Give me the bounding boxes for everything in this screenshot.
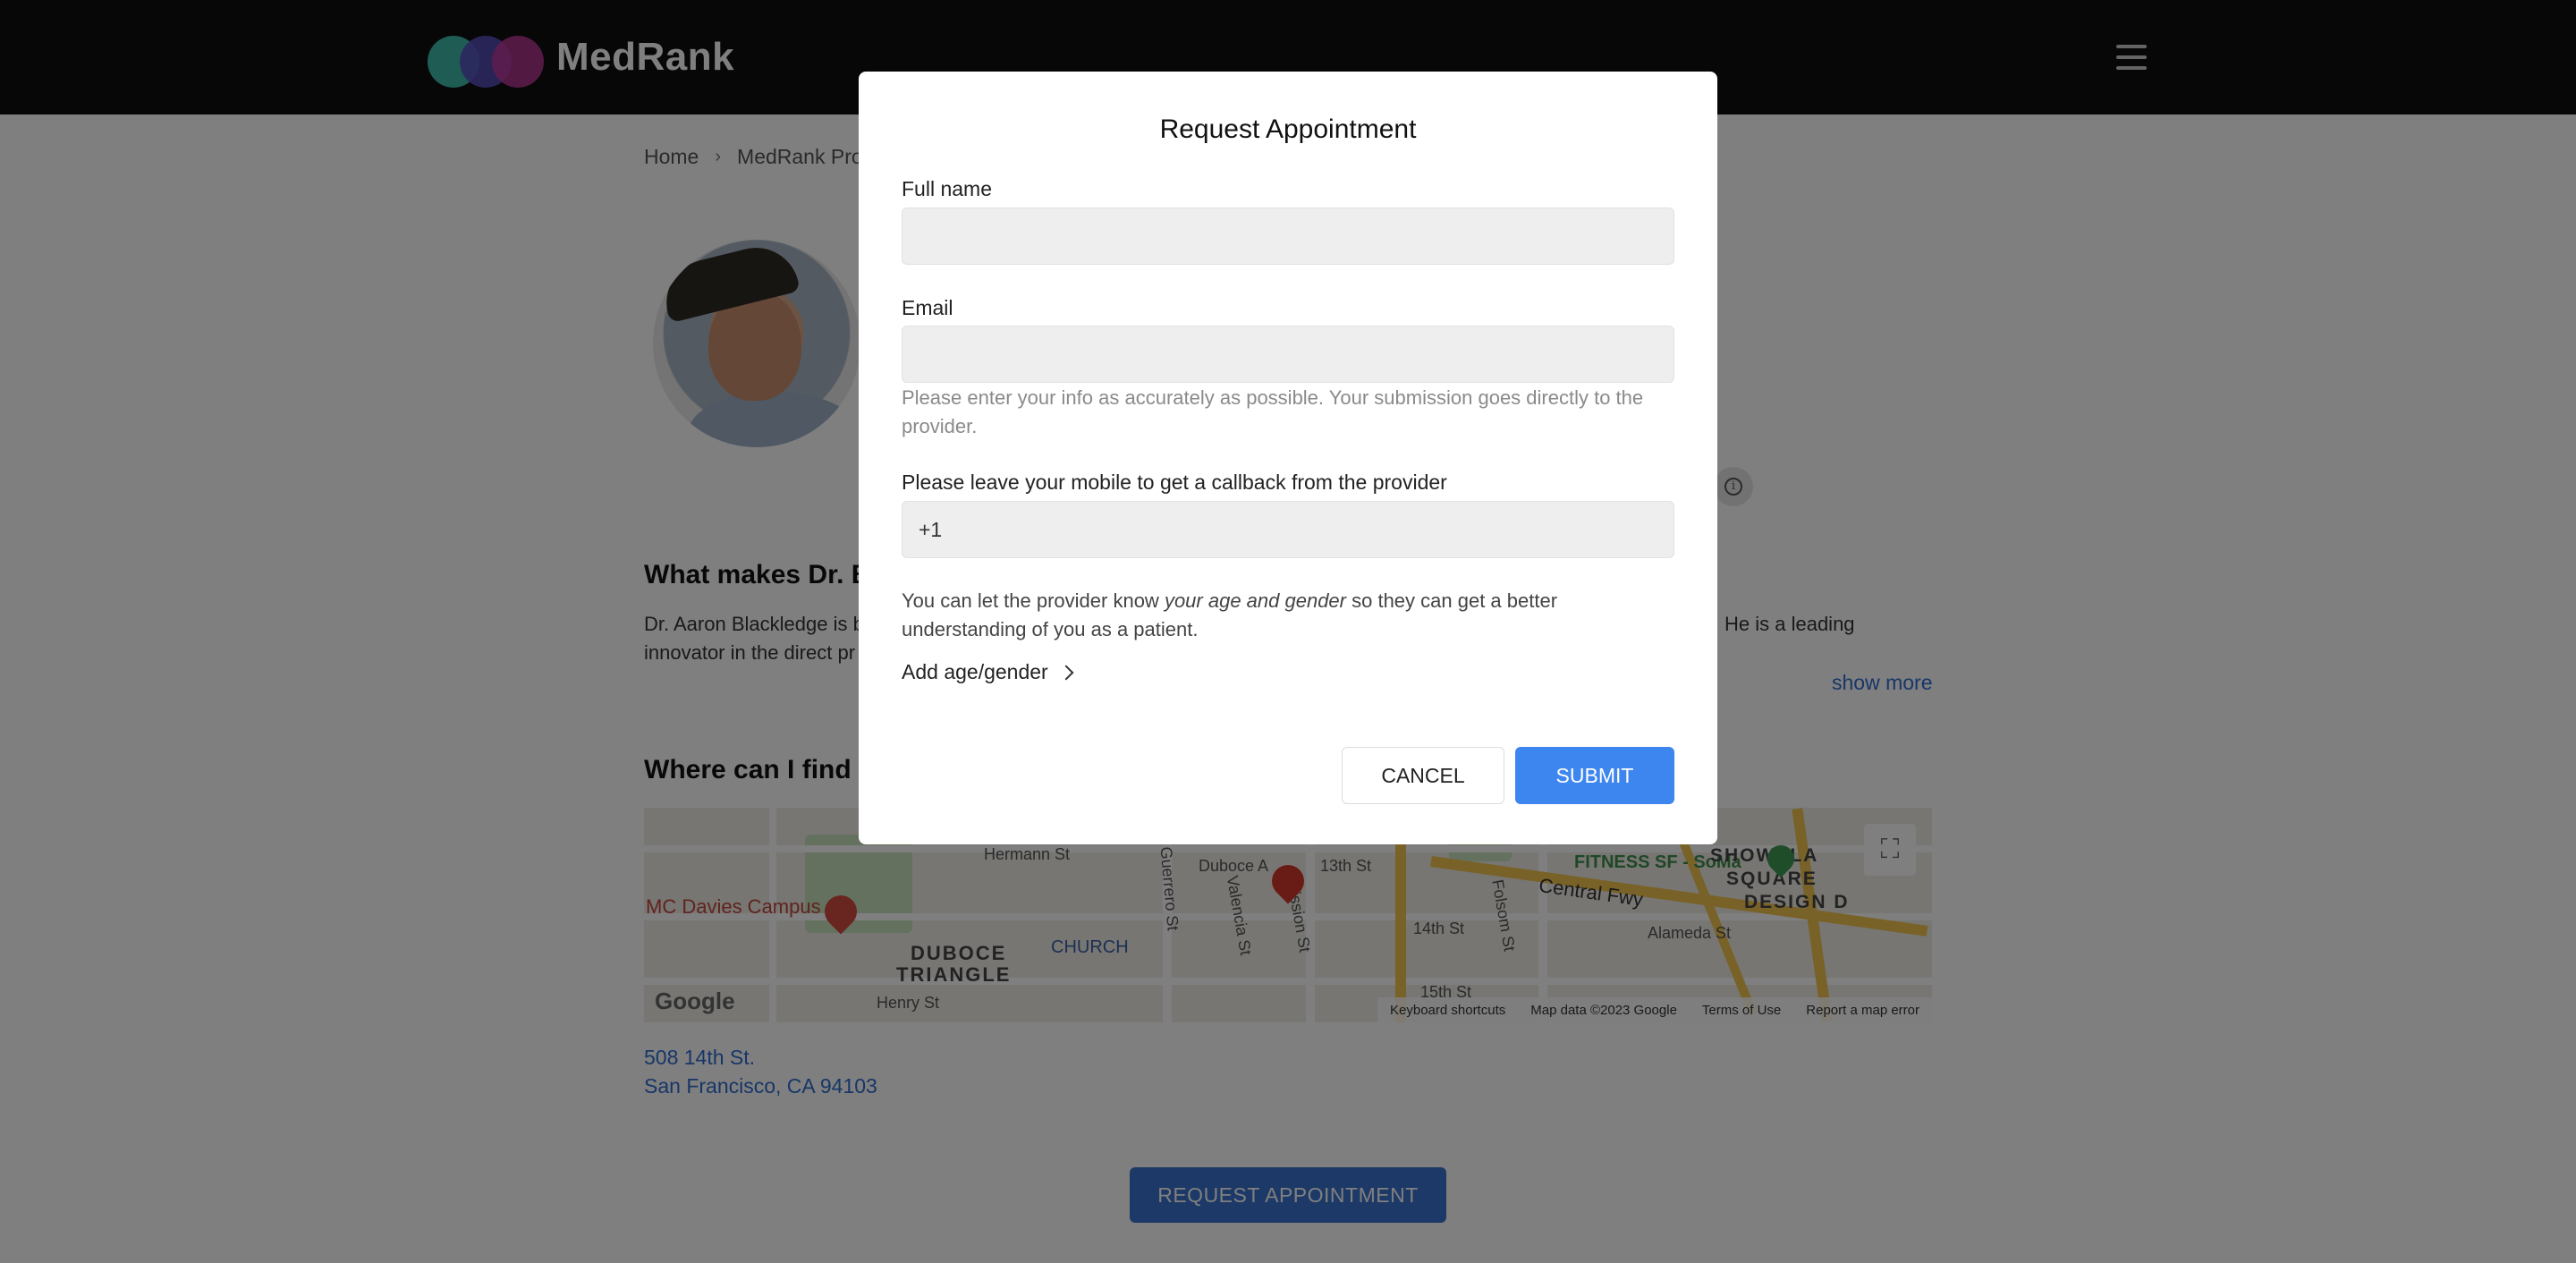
modal-title: Request Appointment	[1159, 114, 1417, 144]
email-help-text: Please enter your info as accurately as …	[902, 386, 1644, 437]
note-prefix: You can let the provider know	[902, 589, 1165, 612]
add-age-gender-link[interactable]: Add age/gender	[902, 660, 1074, 684]
note-emphasis: your age and gender	[1164, 589, 1346, 612]
submit-button[interactable]: SUBMIT	[1515, 747, 1674, 804]
age-gender-note: You can let the provider know your age a…	[902, 587, 1674, 644]
cancel-button[interactable]: CANCEL	[1342, 747, 1504, 804]
mobile-field[interactable]: +1	[902, 501, 1674, 558]
add-age-gender-label: Add age/gender	[902, 660, 1048, 683]
full-name-label: Full name	[902, 177, 992, 200]
email-label: Email	[902, 296, 953, 319]
full-name-field[interactable]	[902, 208, 1674, 265]
chevron-right-icon	[1058, 665, 1074, 680]
mobile-label: Please leave your mobile to get a callba…	[902, 470, 1447, 494]
request-appointment-modal: Request Appointment Full name Email Plea…	[859, 72, 1717, 844]
email-field[interactable]	[902, 326, 1674, 383]
